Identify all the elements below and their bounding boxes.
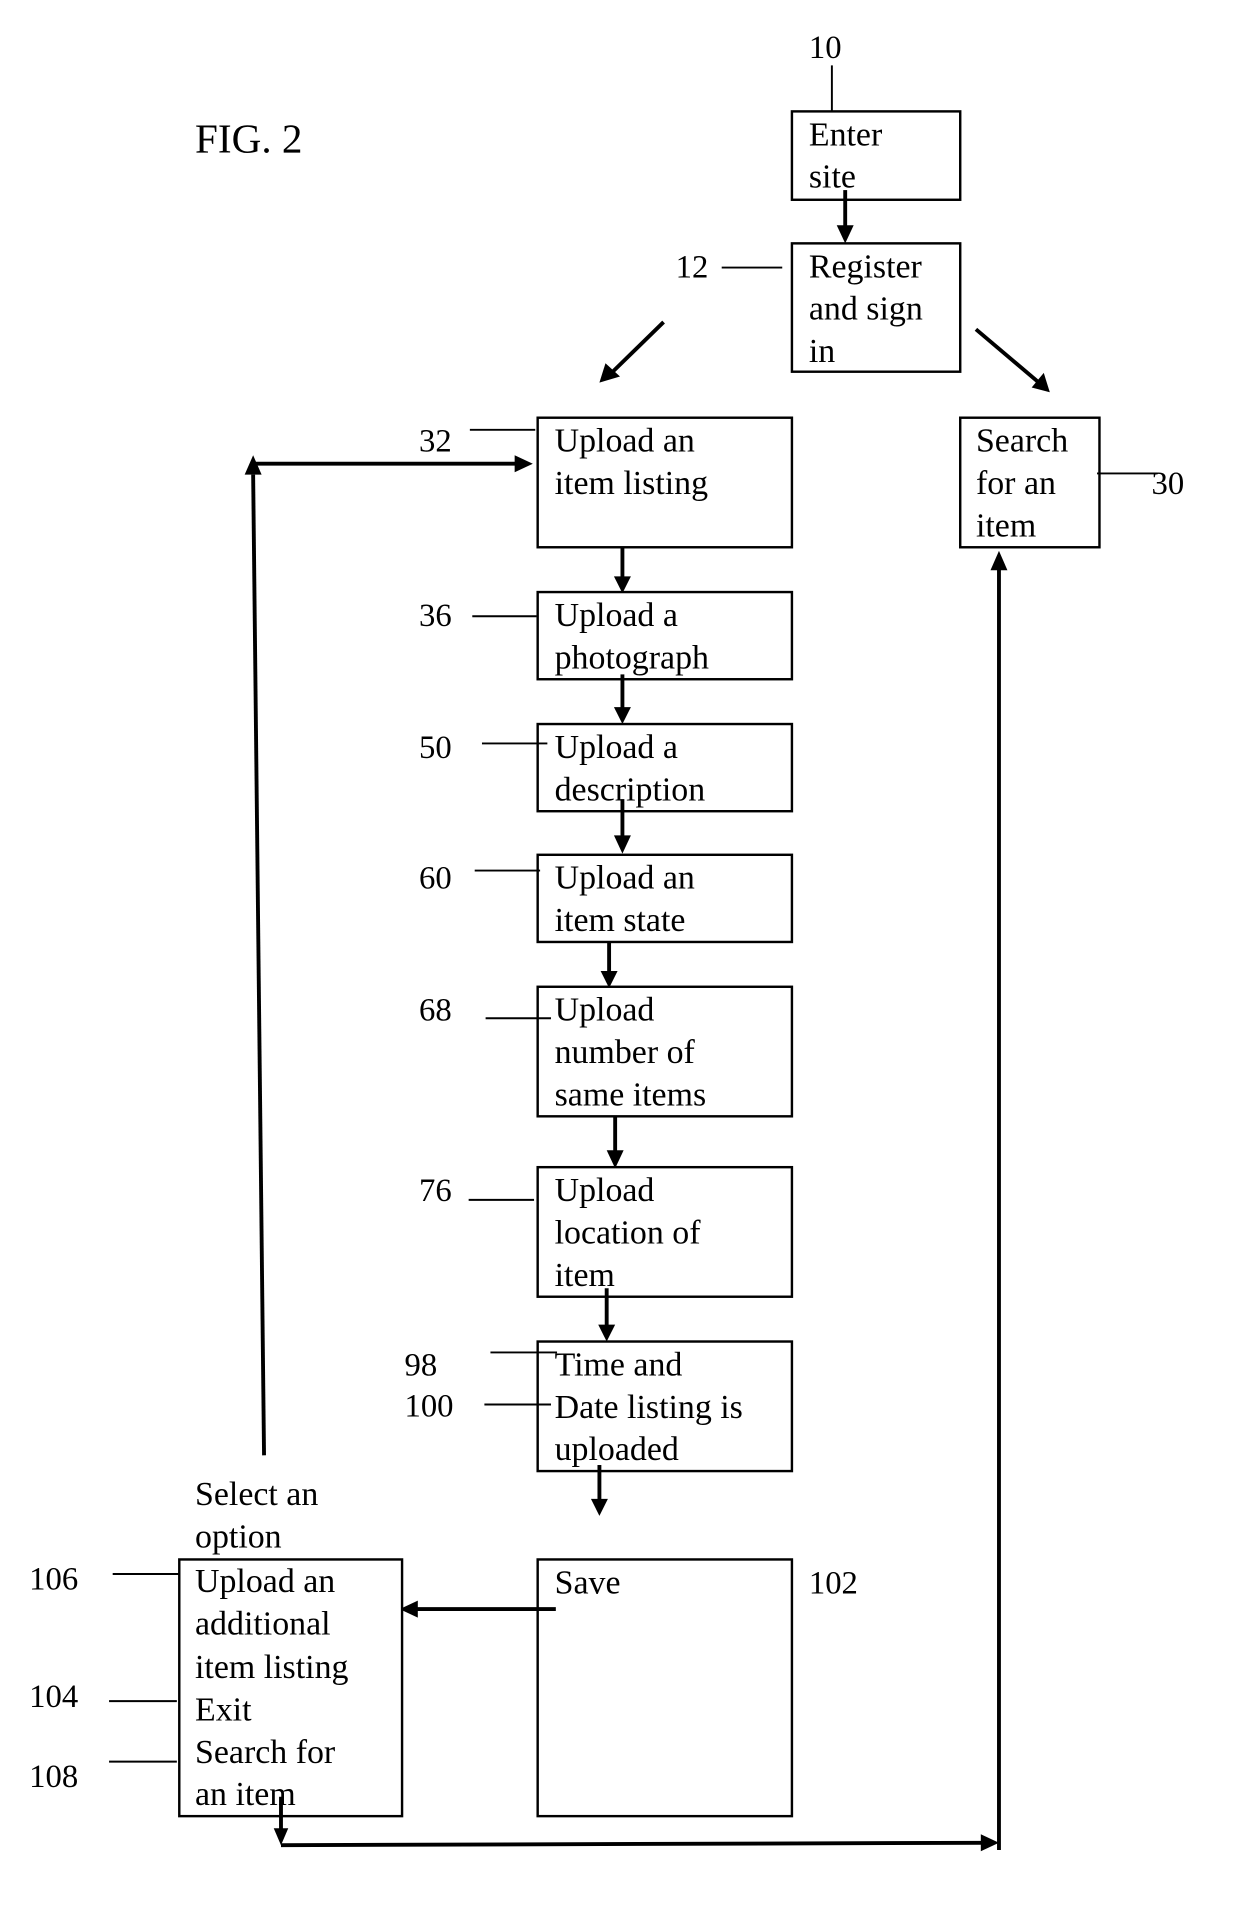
option-106-line-2: additional [195,1606,331,1643]
node-upload-state: Upload an item state 60 [419,853,794,944]
upload-listing-line-1: Upload an [555,423,695,460]
ref-106: 106 [29,1562,78,1598]
ref-32: 32 [419,424,452,460]
arrowhead-save [590,1498,608,1516]
arrowhead-search-up [990,550,1008,571]
node-upload-description: Upload a description 50 [419,722,794,813]
register-line-2: and sign [809,291,923,328]
upload-quantity-line-1: Upload [555,992,655,1029]
option-108-line-1: Search for [195,1734,335,1771]
arrowhead-location [606,1150,624,1169]
time-date-line-3: uploaded [555,1431,679,1468]
upload-description-line-2: description [555,771,706,808]
upload-photo-line-2: photograph [555,639,709,676]
node-enter-site: Enter site 10 [790,30,962,201]
register-line-3: in [809,333,835,370]
arrowhead-register [836,225,854,244]
arrowhead-upload-listing-loop [514,455,533,473]
node-search-item: Search for an item 30 [959,416,1185,549]
enter-site-line-1: Enter [809,116,882,153]
search-item-line-3: item [976,507,1036,544]
upload-location-line-2: location of [555,1214,702,1251]
time-date-line-2: Date listing is [555,1389,743,1426]
arrow-loop-vertical [251,474,266,1456]
arrowhead-state [613,835,631,854]
upload-quantity-line-3: same items [555,1076,707,1113]
upload-listing-line-2: item listing [555,465,709,502]
ref-60: 60 [419,861,452,897]
ref-102: 102 [809,1565,858,1601]
ref-36: 36 [419,598,452,634]
upload-photo-line-1: Upload a [555,597,678,634]
node-register: Register and sign in 12 [676,242,962,373]
ref-50: 50 [419,730,452,766]
ref-68: 68 [419,993,452,1029]
option-104-line-1: Exit [195,1691,252,1728]
node-upload-location: Upload location of item 76 [419,1165,794,1298]
ref-10: 10 [809,30,842,66]
arrow-register-to-upload [610,320,665,375]
upload-state-line-1: Upload an [555,860,695,897]
enter-site-line-2: site [809,159,856,196]
ref-12: 12 [676,249,709,285]
figure-title: FIG. 2 [195,116,302,162]
ref-98: 98 [404,1347,437,1383]
upload-location-line-1: Upload [555,1172,655,1209]
arrowhead-timedate [598,1324,616,1342]
options-heading-line-2: option [195,1518,282,1555]
search-item-line-1: Search [976,423,1068,460]
arrowhead-description [613,707,631,725]
upload-quantity-line-2: number of [555,1034,696,1071]
options-heading-line-1: Select an [195,1476,318,1513]
arrowhead-search-right [980,1834,999,1852]
arrow-search-bottom [280,1840,984,1848]
upload-description-line-1: Upload a [555,729,678,766]
upload-state-line-2: item state [555,902,686,939]
arrowhead-search [1031,372,1050,393]
node-options: Select an option Upload an additional it… [29,1476,404,1818]
node-upload-quantity: Upload number of same items 68 [419,985,794,1118]
option-106-line-3: item listing [195,1649,349,1686]
node-upload-photo: Upload a photograph 36 [419,590,794,681]
node-save: Save 102 [536,1558,858,1818]
arrowhead-photo [613,576,631,594]
flowchart: FIG. 2 Enter site 10 Register and sign i… [29,30,1185,1852]
ref-108: 108 [29,1759,78,1795]
arrowhead-search-down [273,1828,289,1846]
time-date-line-1: Time and [555,1346,683,1383]
search-item-line-2: for an [976,465,1056,502]
ref-104: 104 [29,1679,78,1715]
option-106-line-1: Upload an [195,1563,335,1600]
arrowhead-quantity [600,971,618,988]
node-upload-listing: Upload an item listing 32 [419,416,794,549]
save-label: Save [555,1564,621,1601]
ref-30: 30 [1152,466,1185,502]
arrow-register-to-search [974,327,1041,385]
register-line-1: Register [809,248,922,285]
node-time-date: Time and Date listing is uploaded 98 100 [404,1340,794,1473]
ref-100: 100 [404,1389,453,1425]
ref-76: 76 [419,1173,452,1209]
